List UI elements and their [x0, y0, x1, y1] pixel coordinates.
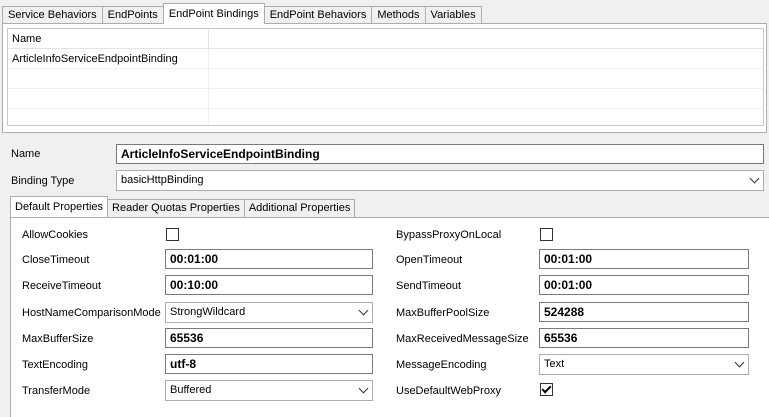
open-timeout-label: OpenTimeout — [396, 254, 463, 266]
text-encoding-label: TextEncoding — [22, 359, 89, 371]
list-item-name: ArticleInfoServiceEndpointBinding — [8, 49, 209, 69]
transfer-mode-select[interactable]: Buffered — [165, 380, 373, 401]
bypass-proxy-on-local-label: BypassProxyOnLocal — [396, 229, 502, 241]
close-timeout-label: CloseTimeout — [22, 254, 90, 266]
check-icon — [541, 383, 552, 394]
list-empty-cell — [8, 69, 209, 89]
max-received-message-size-label: MaxReceivedMessageSize — [396, 333, 529, 345]
max-buffer-pool-size-label: MaxBufferPoolSize — [396, 307, 490, 319]
use-default-web-proxy-checkbox[interactable] — [540, 383, 553, 396]
chevron-down-icon — [358, 305, 369, 316]
transfer-mode-value: Buffered — [170, 384, 212, 396]
tab-endpoints[interactable]: EndPoints — [101, 6, 164, 24]
allow-cookies-label: AllowCookies — [22, 229, 89, 241]
text-encoding-field[interactable]: utf-8 — [165, 354, 373, 374]
list-empty-row — [8, 69, 763, 89]
inner-tab-strip: Default Properties Reader Quotas Propert… — [10, 196, 356, 219]
column-header-name[interactable]: Name — [8, 29, 209, 49]
chevron-down-icon — [734, 357, 745, 368]
name-field[interactable]: ArticleInfoServiceEndpointBinding — [116, 144, 764, 164]
list-empty-row — [8, 109, 763, 125]
transfer-mode-label: TransferMode — [22, 385, 91, 397]
chevron-down-icon — [358, 383, 369, 394]
tab-endpoint-behaviors[interactable]: EndPoint Behaviors — [263, 6, 373, 24]
list-empty-cell — [8, 89, 209, 109]
send-timeout-field[interactable]: 00:01:00 — [539, 275, 749, 295]
top-tab-strip: Service Behaviors EndPoints EndPoint Bin… — [2, 3, 482, 24]
message-encoding-select[interactable]: Text — [539, 354, 749, 375]
max-buffer-pool-size-field[interactable]: 524288 — [539, 302, 749, 322]
host-name-comparison-mode-label: HostNameComparisonMode — [22, 307, 161, 319]
list-empty-cell — [8, 109, 209, 125]
list-empty-row — [8, 89, 763, 109]
tab-default-properties[interactable]: Default Properties — [10, 196, 109, 217]
receive-timeout-field[interactable]: 00:10:00 — [165, 275, 373, 295]
max-buffer-size-label: MaxBufferSize — [22, 333, 94, 345]
use-default-web-proxy-label: UseDefaultWebProxy — [396, 385, 501, 397]
close-timeout-field[interactable]: 00:01:00 — [165, 249, 373, 269]
list-item[interactable]: ArticleInfoServiceEndpointBinding — [8, 49, 763, 69]
tab-additional-properties[interactable]: Additional Properties — [243, 199, 356, 217]
message-encoding-label: MessageEncoding — [396, 359, 487, 371]
max-received-message-size-field[interactable]: 65536 — [539, 328, 749, 348]
tab-service-behaviors[interactable]: Service Behaviors — [2, 6, 103, 24]
endpoint-bindings-panel: Name ArticleInfoServiceEndpointBinding — [2, 23, 767, 133]
binding-type-label: Binding Type — [11, 175, 75, 187]
allow-cookies-checkbox[interactable] — [166, 228, 179, 241]
message-encoding-value: Text — [544, 358, 565, 370]
max-buffer-size-field[interactable]: 65536 — [165, 328, 373, 348]
host-name-comparison-mode-value: StrongWildcard — [170, 306, 246, 318]
tab-variables[interactable]: Variables — [424, 6, 482, 24]
tab-reader-quotas-properties[interactable]: Reader Quotas Properties — [107, 199, 245, 217]
host-name-comparison-mode-select[interactable]: StrongWildcard — [165, 302, 373, 323]
tab-methods[interactable]: Methods — [371, 6, 426, 24]
list-header: Name — [8, 29, 763, 49]
bypass-proxy-on-local-checkbox[interactable] — [540, 228, 553, 241]
open-timeout-field[interactable]: 00:01:00 — [539, 249, 749, 269]
send-timeout-label: SendTimeout — [396, 280, 462, 292]
chevron-down-icon — [749, 173, 760, 184]
bindings-list[interactable]: Name ArticleInfoServiceEndpointBinding — [7, 28, 764, 126]
name-label: Name — [11, 148, 41, 160]
binding-type-value: basicHttpBinding — [121, 174, 204, 186]
receive-timeout-label: ReceiveTimeout — [22, 280, 102, 292]
tab-endpoint-bindings[interactable]: EndPoint Bindings — [162, 3, 265, 24]
binding-type-select[interactable]: basicHttpBinding — [116, 170, 764, 191]
